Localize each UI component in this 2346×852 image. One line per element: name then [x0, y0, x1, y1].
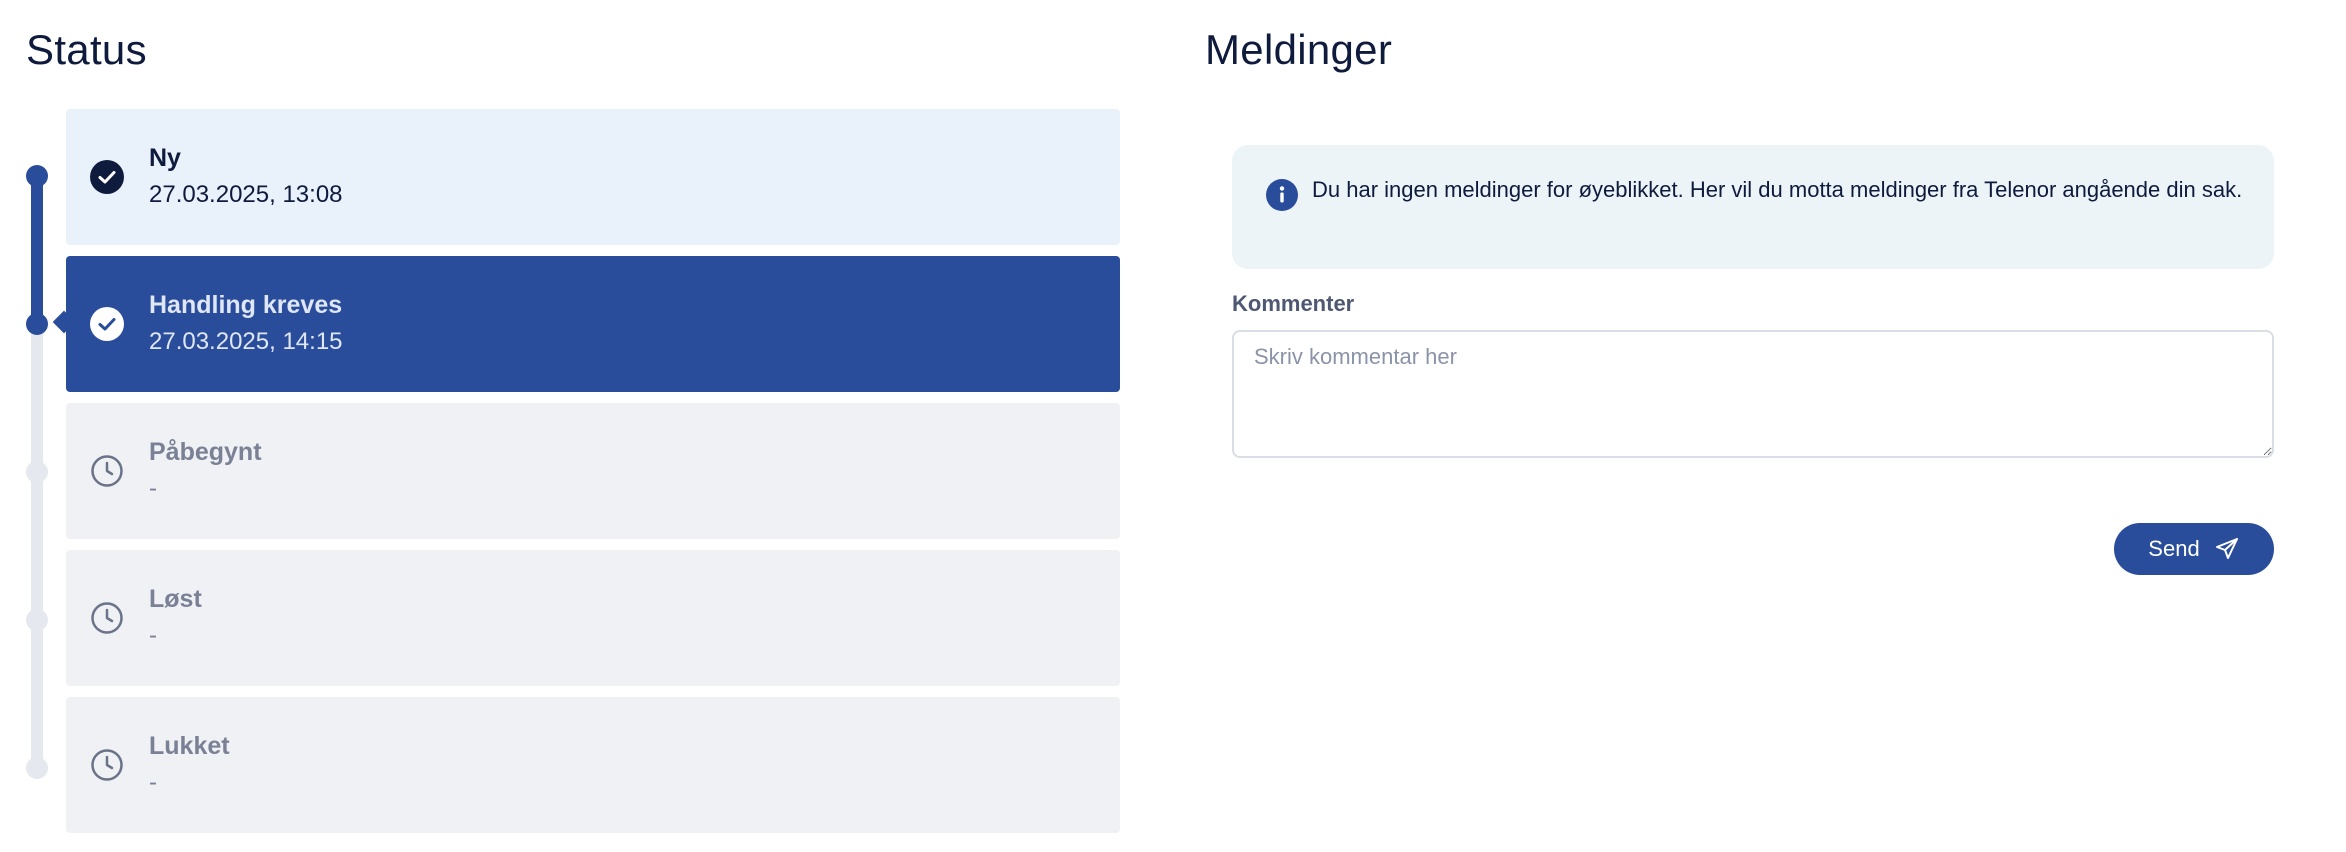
comment-textarea[interactable]	[1232, 330, 2274, 458]
status-step-label: Lukket	[149, 732, 230, 760]
status-heading: Status	[26, 26, 147, 73]
check-circle-icon	[89, 306, 125, 342]
info-notice-text: Du har ingen meldinger for øyeblikket. H…	[1312, 177, 2243, 202]
status-step-date: -	[149, 622, 157, 649]
timeline-dot-handling-kreves	[26, 313, 48, 335]
status-step-label: Løst	[149, 585, 202, 613]
timeline-dot-pabegynt	[26, 461, 48, 483]
clock-icon	[89, 600, 125, 636]
status-step-date: -	[149, 769, 157, 796]
status-step-label: Ny	[149, 144, 181, 172]
info-notice: Du har ingen meldinger for øyeblikket. H…	[1232, 145, 2274, 269]
status-step-label: Handling kreves	[149, 291, 343, 319]
timeline-dot-lukket	[26, 757, 48, 779]
messages-heading: Meldinger	[1205, 26, 1393, 73]
check-circle-icon	[89, 159, 125, 195]
status-step-pabegynt: Påbegynt -	[66, 403, 1120, 539]
info-icon	[1266, 179, 1298, 211]
timeline-dot-ny	[26, 165, 48, 187]
status-step-lost: Løst -	[66, 550, 1120, 686]
status-step-date: 27.03.2025, 13:08	[149, 181, 343, 208]
clock-icon	[89, 747, 125, 783]
send-icon	[2214, 536, 2240, 562]
case-status-page: Status Ny 27.03.2025, 13:08 Handling kre…	[0, 0, 2346, 852]
timeline-dot-lost	[26, 609, 48, 631]
status-step-label: Påbegynt	[149, 438, 262, 466]
status-step-date: -	[149, 475, 157, 502]
send-button[interactable]: Send	[2114, 523, 2274, 575]
status-step-lukket: Lukket -	[66, 697, 1120, 833]
clock-icon	[89, 453, 125, 489]
status-step-ny: Ny 27.03.2025, 13:08	[66, 109, 1120, 245]
status-step-date: 27.03.2025, 14:15	[149, 328, 343, 355]
send-button-label: Send	[2148, 536, 2200, 561]
comment-label: Kommenter	[1232, 291, 1355, 316]
status-step-handling-kreves: Handling kreves 27.03.2025, 14:15	[66, 256, 1120, 392]
timeline-progress	[31, 176, 43, 324]
